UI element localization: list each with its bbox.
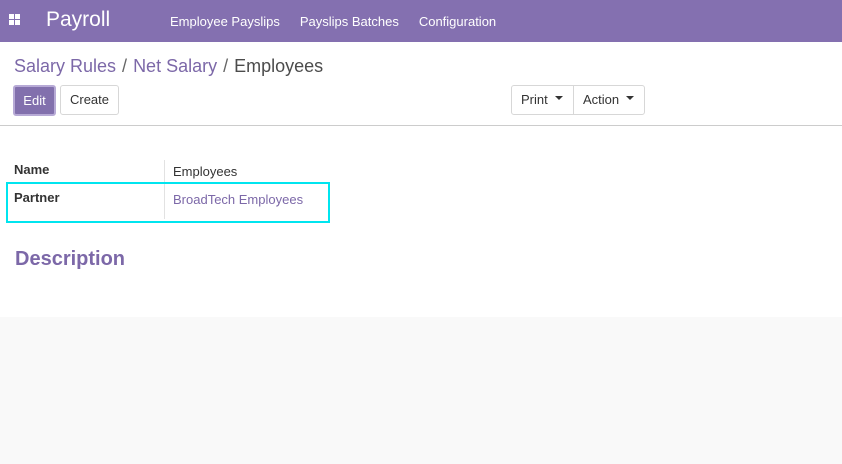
apps-menu-icon[interactable] bbox=[9, 14, 20, 25]
breadcrumb-net-salary[interactable]: Net Salary bbox=[133, 56, 217, 76]
menu-item-configuration[interactable]: Configuration bbox=[409, 14, 506, 29]
caret-down-icon bbox=[554, 96, 563, 100]
main-content: Salary Rules / Net Salary / Employees Edit C… bbox=[0, 42, 842, 317]
print-action-group: Print Action bbox=[511, 85, 645, 115]
form-sheet: Name Employees Partner BroadTech Employe… bbox=[0, 127, 842, 317]
top-navbar: Payroll Employee Payslips Payslips Batch… bbox=[0, 0, 842, 42]
description-heading: Description bbox=[15, 248, 126, 270]
print-dropdown[interactable]: Print bbox=[512, 86, 574, 114]
app-title[interactable]: Payroll bbox=[46, 6, 110, 34]
action-label: Action bbox=[583, 92, 620, 107]
print-label: Print bbox=[521, 92, 548, 107]
caret-down-icon bbox=[626, 96, 635, 100]
menu-item-employee-payslips[interactable]: Employee Payslips bbox=[160, 14, 290, 29]
control-panel: Salary Rules / Net Salary / Employees Edit C… bbox=[0, 42, 842, 126]
main-menu: Employee Payslips Payslips Batches Confi… bbox=[160, 0, 506, 42]
breadcrumb: Salary Rules / Net Salary / Employees bbox=[14, 55, 323, 77]
name-field-value: Employees bbox=[173, 164, 238, 179]
create-button[interactable]: Create bbox=[60, 85, 119, 115]
edit-button[interactable]: Edit bbox=[13, 85, 56, 116]
menu-item-payslips-batches[interactable]: Payslips Batches bbox=[290, 14, 409, 29]
breadcrumb-separator: / bbox=[223, 56, 229, 76]
breadcrumb-current: Employees bbox=[234, 56, 324, 76]
field-divider bbox=[164, 160, 165, 182]
breadcrumb-salary-rules[interactable]: Salary Rules bbox=[14, 56, 116, 76]
breadcrumb-separator: / bbox=[122, 56, 128, 76]
partner-highlight-box bbox=[6, 182, 330, 223]
name-field-label: Name bbox=[14, 162, 50, 177]
action-dropdown[interactable]: Action bbox=[574, 86, 644, 114]
